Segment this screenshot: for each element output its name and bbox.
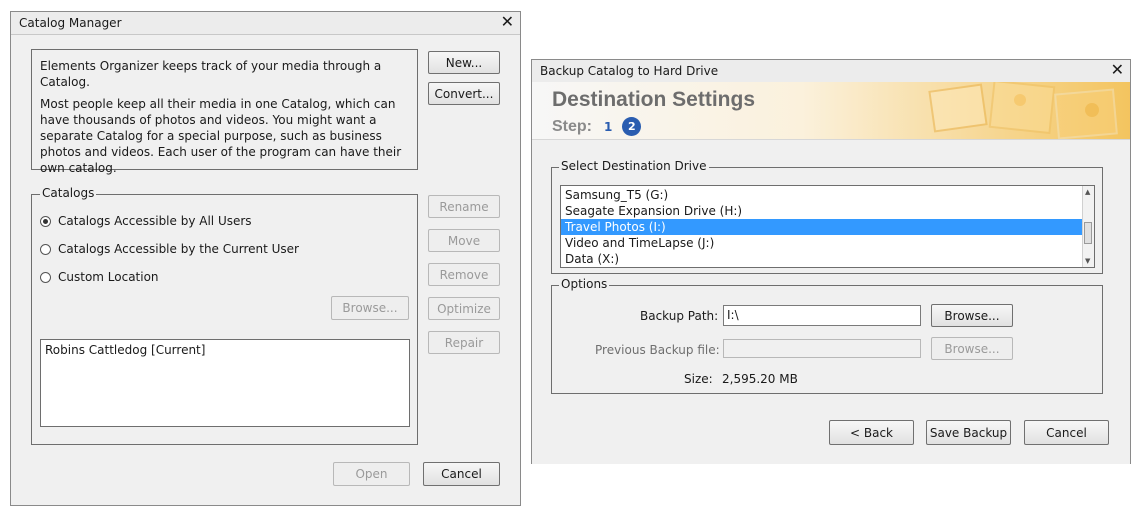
step-2-active: 2 [622,117,642,136]
backup-dialog: Backup Catalog to Hard Drive ✕ Destinati… [531,59,1131,464]
dialog-title: Catalog Manager [19,16,122,30]
backup-path-label: Backup Path: [640,309,719,323]
scrollbar[interactable]: ▲ ▼ [1082,186,1094,267]
new-button[interactable]: New... [428,51,500,74]
scroll-down-icon[interactable]: ▼ [1085,257,1090,265]
list-item[interactable]: Video and TimeLapse (J:) [561,235,1094,251]
catalog-manager-titlebar: Catalog Manager ✕ [11,12,520,35]
open-button[interactable]: Open [333,462,410,486]
step-1: 1 [604,119,613,134]
options-legend: Options [559,277,610,291]
destination-legend: Select Destination Drive [559,159,709,173]
previous-backup-browse-button[interactable]: Browse... [931,337,1013,360]
list-item[interactable]: Robins Cattledog [Current] [41,342,409,358]
cancel-button[interactable]: Cancel [1024,420,1109,445]
list-item[interactable]: Seagate Expansion Drive (H:) [561,203,1094,219]
backup-path-field[interactable]: I:\ [723,305,921,326]
catalog-list[interactable]: Robins Cattledog [Current] [40,339,410,427]
radio-custom-location[interactable]: Custom Location [40,270,159,284]
remove-button[interactable]: Remove [428,263,500,286]
backup-path-browse-button[interactable]: Browse... [931,304,1013,327]
info-text-2: Most people keep all their media in one … [40,97,402,175]
header-banner: Destination Settings Step: 1 2 [532,82,1130,140]
step-indicator: Step: 1 2 [552,117,642,136]
list-item-selected[interactable]: Travel Photos (I:) [561,219,1082,235]
convert-button[interactable]: Convert... [428,82,500,105]
radio-current-user[interactable]: Catalogs Accessible by the Current User [40,242,299,256]
scroll-thumb[interactable] [1084,222,1092,244]
radio-current-user-label: Catalogs Accessible by the Current User [58,242,299,256]
radio-all-users[interactable]: Catalogs Accessible by All Users [40,214,252,228]
catalogs-legend: Catalogs [40,186,97,200]
move-button[interactable]: Move [428,229,500,252]
catalog-manager-dialog: Catalog Manager ✕ Elements Organizer kee… [10,11,521,506]
rename-button[interactable]: Rename [428,195,500,218]
back-button[interactable]: < Back [829,420,914,445]
close-icon[interactable]: ✕ [501,13,514,31]
save-backup-button[interactable]: Save Backup [926,420,1011,445]
radio-unselected-icon[interactable] [40,271,51,283]
list-item[interactable]: Data (X:) [561,251,1094,267]
scroll-up-icon[interactable]: ▲ [1085,188,1090,196]
previous-backup-label: Previous Backup file: [595,343,720,357]
browse-button[interactable]: Browse... [331,296,409,320]
radio-unselected-icon[interactable] [40,243,51,255]
options-group: Options Backup Path: I:\ Browse... Previ… [551,277,1103,394]
size-value: 2,595.20 MB [722,372,798,386]
step-label: Step: [552,117,592,135]
close-icon[interactable]: ✕ [1111,61,1124,79]
drive-list[interactable]: Samsung_T5 (G:) Seagate Expansion Drive … [560,185,1095,268]
info-panel: Elements Organizer keeps track of your m… [31,49,418,175]
dialog-title: Backup Catalog to Hard Drive [540,64,719,78]
size-label: Size: [684,372,713,386]
repair-button[interactable]: Repair [428,331,500,354]
backup-titlebar: Backup Catalog to Hard Drive ✕ [532,60,1130,83]
radio-custom-label: Custom Location [58,270,159,284]
previous-backup-field[interactable] [723,339,921,358]
cancel-button[interactable]: Cancel [423,462,500,486]
optimize-button[interactable]: Optimize [428,297,500,320]
radio-all-users-label: Catalogs Accessible by All Users [58,214,252,228]
radio-selected-icon[interactable] [40,215,51,227]
destination-drive-group: Select Destination Drive Samsung_T5 (G:)… [551,159,1103,274]
list-item[interactable]: Samsung_T5 (G:) [561,187,1094,203]
info-text-1: Elements Organizer keeps track of your m… [40,59,382,89]
catalogs-group: Catalogs Catalogs Accessible by All User… [31,186,418,445]
page-title: Destination Settings [552,88,756,111]
